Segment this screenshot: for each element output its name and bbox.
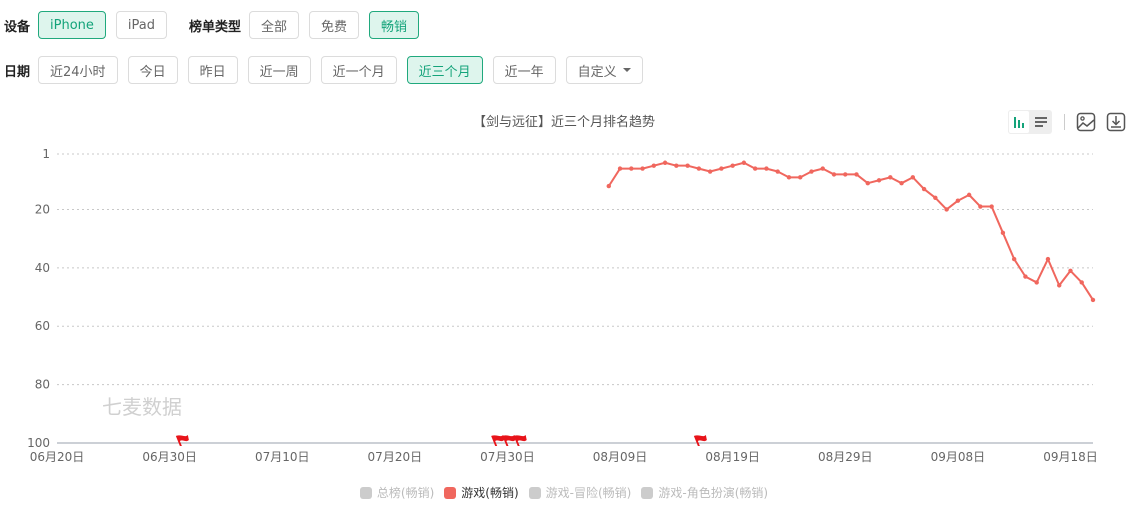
- x-tick-label: 08月19日: [705, 450, 760, 464]
- y-tick-label: 40: [35, 261, 50, 275]
- legend-item[interactable]: 总榜(畅销): [359, 484, 435, 501]
- data-point[interactable]: [606, 183, 611, 189]
- data-point[interactable]: [955, 198, 961, 203]
- legend-swatch: [444, 486, 457, 499]
- legend-item[interactable]: 游戏-角色扮演(畅销): [641, 484, 768, 501]
- data-point[interactable]: [651, 163, 657, 168]
- legend-item[interactable]: 游戏(畅销): [444, 484, 519, 501]
- x-tick-label: 07月20日: [368, 450, 423, 464]
- y-tick-label: 60: [35, 319, 50, 333]
- series-line: [607, 161, 1094, 301]
- data-point[interactable]: [1045, 256, 1051, 262]
- data-point[interactable]: [798, 175, 803, 180]
- data-point[interactable]: [775, 169, 780, 174]
- data-point[interactable]: [629, 166, 634, 171]
- legend-item[interactable]: 游戏-冒险(畅销): [528, 484, 632, 501]
- event-flag-icon[interactable]: [502, 435, 516, 446]
- data-point[interactable]: [640, 166, 645, 171]
- watermark: 七麦数据: [102, 395, 182, 419]
- data-point[interactable]: [1090, 297, 1096, 303]
- data-point[interactable]: [1011, 256, 1017, 262]
- data-point[interactable]: [899, 180, 904, 186]
- data-point[interactable]: [809, 169, 814, 174]
- y-tick-label: 20: [35, 202, 50, 216]
- data-point[interactable]: [685, 163, 690, 168]
- data-point[interactable]: [978, 204, 983, 209]
- rank-trend-chart: 1 20 40 60 80 100 06月20日 06月30日 07月10日 07月20日 07月…: [27, 147, 1098, 464]
- data-point[interactable]: [1068, 268, 1073, 273]
- data-point[interactable]: [741, 160, 747, 165]
- data-point[interactable]: [820, 166, 825, 171]
- legend-label: 总榜(畅销): [376, 486, 435, 500]
- legend-label: 游戏-角色扮演(畅销): [658, 486, 769, 500]
- data-point[interactable]: [921, 186, 927, 192]
- data-point[interactable]: [752, 166, 758, 171]
- data-point[interactable]: [854, 172, 859, 177]
- data-point[interactable]: [617, 166, 623, 171]
- data-point[interactable]: [966, 192, 972, 198]
- data-point[interactable]: [764, 166, 769, 171]
- data-point[interactable]: [786, 175, 792, 180]
- data-point[interactable]: [843, 172, 848, 177]
- data-point[interactable]: [910, 175, 916, 180]
- x-tick-label: 06月20日: [30, 450, 85, 464]
- data-point[interactable]: [1034, 280, 1039, 285]
- data-point[interactable]: [1000, 230, 1006, 236]
- data-point[interactable]: [1023, 274, 1028, 279]
- chart-legend: 总榜(畅销) 游戏(畅销) 游戏-冒险(畅销) 游戏-角色扮演(畅销): [0, 484, 1128, 501]
- x-tick-label: 09月08日: [931, 450, 986, 464]
- event-flag-icon[interactable]: [175, 435, 189, 446]
- x-tick-label: 07月10日: [255, 450, 310, 464]
- y-tick-label: 80: [35, 378, 50, 392]
- x-tick-label: 08月09日: [593, 450, 648, 464]
- data-point[interactable]: [831, 172, 837, 177]
- legend-swatch: [359, 486, 372, 499]
- legend-label: 游戏(畅销): [461, 486, 519, 500]
- data-point[interactable]: [989, 204, 994, 209]
- data-point[interactable]: [865, 180, 870, 186]
- data-point[interactable]: [696, 166, 702, 171]
- data-point[interactable]: [1079, 280, 1084, 285]
- x-tick-label: 09月18日: [1043, 450, 1098, 464]
- data-point[interactable]: [888, 175, 893, 180]
- y-tick-label: 100: [27, 436, 50, 450]
- data-point[interactable]: [719, 166, 724, 171]
- x-tick-label: 08月29日: [818, 450, 873, 464]
- x-tick-label: 07月30日: [480, 450, 535, 464]
- event-flag-icon[interactable]: [491, 435, 505, 446]
- legend-label: 游戏-冒险(畅销): [545, 486, 632, 500]
- data-point[interactable]: [662, 160, 668, 165]
- event-flag-icon[interactable]: [513, 435, 527, 446]
- data-point[interactable]: [674, 163, 679, 168]
- legend-swatch: [641, 486, 654, 499]
- data-point[interactable]: [730, 163, 735, 168]
- legend-swatch: [528, 486, 541, 499]
- data-point[interactable]: [707, 169, 713, 174]
- data-point[interactable]: [933, 195, 938, 200]
- data-point[interactable]: [876, 178, 882, 183]
- event-flag-icon[interactable]: [693, 435, 707, 446]
- data-point[interactable]: [1057, 283, 1062, 288]
- y-tick-label: 1: [42, 147, 50, 161]
- x-tick-label: 06月30日: [142, 450, 197, 464]
- data-point[interactable]: [944, 207, 949, 212]
